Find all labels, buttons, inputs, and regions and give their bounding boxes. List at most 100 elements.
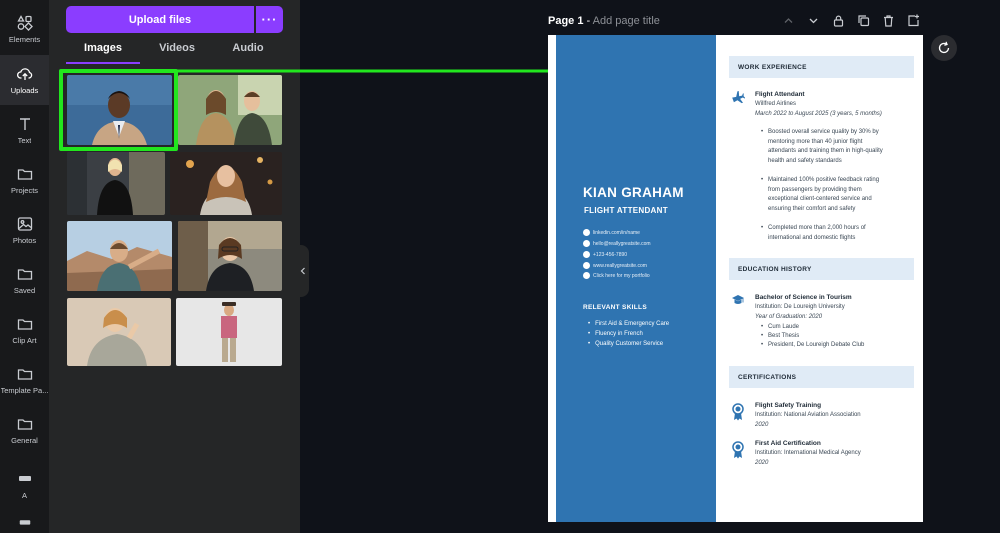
rail-item-clip-art[interactable]: Clip Art xyxy=(0,305,49,355)
more-options-button[interactable]: ··· xyxy=(256,6,283,33)
upload-files-button[interactable]: Upload files xyxy=(66,6,254,33)
airplane-icon xyxy=(732,91,745,104)
rail-label: A xyxy=(21,490,27,500)
rail-label: Saved xyxy=(13,285,36,295)
tab-images[interactable]: Images xyxy=(66,42,140,62)
editor-window: Elements Uploads Text Projects Photos Sa… xyxy=(0,0,1000,533)
contact-item: +123-456-7890 xyxy=(583,251,627,258)
job-bullet: Completed more than 2,000 hours of inter… xyxy=(761,224,885,243)
uploads-icon xyxy=(16,67,32,80)
text-icon xyxy=(19,117,30,130)
refresh-button[interactable] xyxy=(931,35,957,61)
link-icon xyxy=(583,272,590,279)
rail-label: Text xyxy=(17,135,32,145)
duplicate-page-icon[interactable] xyxy=(857,14,870,27)
page-number: Page 1 xyxy=(548,15,584,27)
elements-icon xyxy=(16,14,33,31)
work-experience-heading: WORK EXPERIENCE xyxy=(729,56,914,78)
contact-text: +123-456-7890 xyxy=(593,251,628,258)
contact-text: linkedin.com/in/name xyxy=(593,229,640,236)
phone-icon xyxy=(583,251,590,258)
job-dates: March 2022 to August 2025 (3 years, 5 mo… xyxy=(755,111,882,117)
certifications-heading: CERTIFICATIONS xyxy=(729,366,914,388)
email-icon xyxy=(583,240,590,247)
lock-icon[interactable] xyxy=(832,14,845,27)
image-thumbnail[interactable] xyxy=(178,221,282,291)
app-icon xyxy=(18,475,31,481)
graduation-cap-icon xyxy=(732,295,744,304)
contact-text: Click here for my portfolio xyxy=(593,272,650,279)
cert-institution: Institution: International Medical Agenc… xyxy=(755,450,861,456)
panel-collapse-handle[interactable] xyxy=(296,245,309,297)
chevron-down-icon[interactable] xyxy=(807,14,820,27)
rail-item-app[interactable]: A xyxy=(0,460,49,510)
job-bullet: Maintained 100% positive feedback rating… xyxy=(761,176,885,214)
folder-icon xyxy=(17,318,32,330)
rail-label: Clip Art xyxy=(12,335,37,345)
image-thumbnail[interactable] xyxy=(176,298,282,366)
resume-role[interactable]: FLIGHT ATTENDANT xyxy=(584,206,668,215)
rail-item-template-pack[interactable]: Template Pa... xyxy=(0,355,49,405)
rail-label: Uploads xyxy=(10,85,39,95)
rail-label: Photos xyxy=(12,235,37,245)
page-title[interactable]: Page 1 - Add page title xyxy=(548,15,660,27)
refresh-icon xyxy=(938,41,950,54)
rail-item-elements[interactable]: Elements xyxy=(0,4,49,54)
cert-title: Flight Safety Training xyxy=(755,402,822,409)
skills-heading: RELEVANT SKILLS xyxy=(583,304,647,311)
cert-title: First Aid Certification xyxy=(755,440,821,447)
chevron-left-icon xyxy=(300,267,305,275)
image-thumbnail[interactable] xyxy=(67,221,172,291)
page-margin xyxy=(548,35,556,522)
contact-text: www.reallygreatsite.com xyxy=(593,262,647,269)
delete-page-icon[interactable] xyxy=(882,14,895,27)
chevron-up-icon[interactable] xyxy=(782,14,795,27)
rail-label: General xyxy=(11,435,38,445)
award-ribbon-icon xyxy=(732,441,744,459)
rail-item-photos[interactable]: Photos xyxy=(0,205,49,255)
rail-label: Projects xyxy=(10,185,39,195)
contact-text: hello@reallygreatsite.com xyxy=(593,240,651,247)
cert-institution: Institution: National Aviation Associati… xyxy=(755,412,861,418)
linkedin-icon xyxy=(583,229,590,236)
title-separator: - xyxy=(583,15,593,27)
resume-name[interactable]: KIAN GRAHAM xyxy=(583,185,684,200)
rail-item-general[interactable]: General xyxy=(0,405,49,455)
cert-year: 2020 xyxy=(755,460,769,466)
rail-item-uploads[interactable]: Uploads xyxy=(0,55,49,105)
arrow-annotation xyxy=(176,60,572,82)
image-thumbnail[interactable] xyxy=(170,152,282,215)
rail-item-saved[interactable]: Saved xyxy=(0,255,49,305)
rail-label: Template Pa... xyxy=(0,385,49,395)
contact-item: www.reallygreatsite.com xyxy=(583,262,647,269)
selection-highlight xyxy=(59,69,178,151)
skill-item: Fluency in French xyxy=(588,331,643,337)
app-icon xyxy=(19,520,30,525)
rail-item-text[interactable]: Text xyxy=(0,105,49,155)
education-heading: EDUCATION HISTORY xyxy=(729,258,914,280)
job-title: Flight Attendant xyxy=(755,91,805,98)
photos-icon xyxy=(17,216,32,231)
rail-item-more[interactable] xyxy=(0,515,49,533)
image-thumbnail[interactable] xyxy=(67,298,171,366)
add-page-icon[interactable] xyxy=(907,14,920,27)
contact-item: Click here for my portfolio xyxy=(583,272,650,279)
rail-item-projects[interactable]: Projects xyxy=(0,155,49,205)
degree-title: Bachelor of Science in Tourism xyxy=(755,294,852,301)
page-title-placeholder[interactable]: Add page title xyxy=(593,15,660,27)
cert-year: 2020 xyxy=(755,422,769,428)
skill-item: Quality Customer Service xyxy=(588,341,663,347)
folder-icon xyxy=(17,268,32,280)
resume-page[interactable]: KIAN GRAHAM FLIGHT ATTENDANT linkedin.co… xyxy=(548,35,923,522)
skill-item: First Aid & Emergency Care xyxy=(588,321,669,327)
award-ribbon-icon xyxy=(732,403,744,421)
folder-icon xyxy=(17,168,32,180)
edu-year: Year of Graduation: 2020 xyxy=(755,314,823,320)
edu-institution: Institution: De Loureigh University xyxy=(755,304,845,310)
contact-item: linkedin.com/in/name xyxy=(583,229,640,236)
job-bullet: Boosted overall service quality by 30% b… xyxy=(761,128,885,166)
contact-item: hello@reallygreatsite.com xyxy=(583,240,651,247)
image-thumbnail[interactable] xyxy=(67,152,165,215)
left-rail: Elements Uploads Text Projects Photos Sa… xyxy=(0,0,49,533)
folder-icon xyxy=(17,418,32,430)
